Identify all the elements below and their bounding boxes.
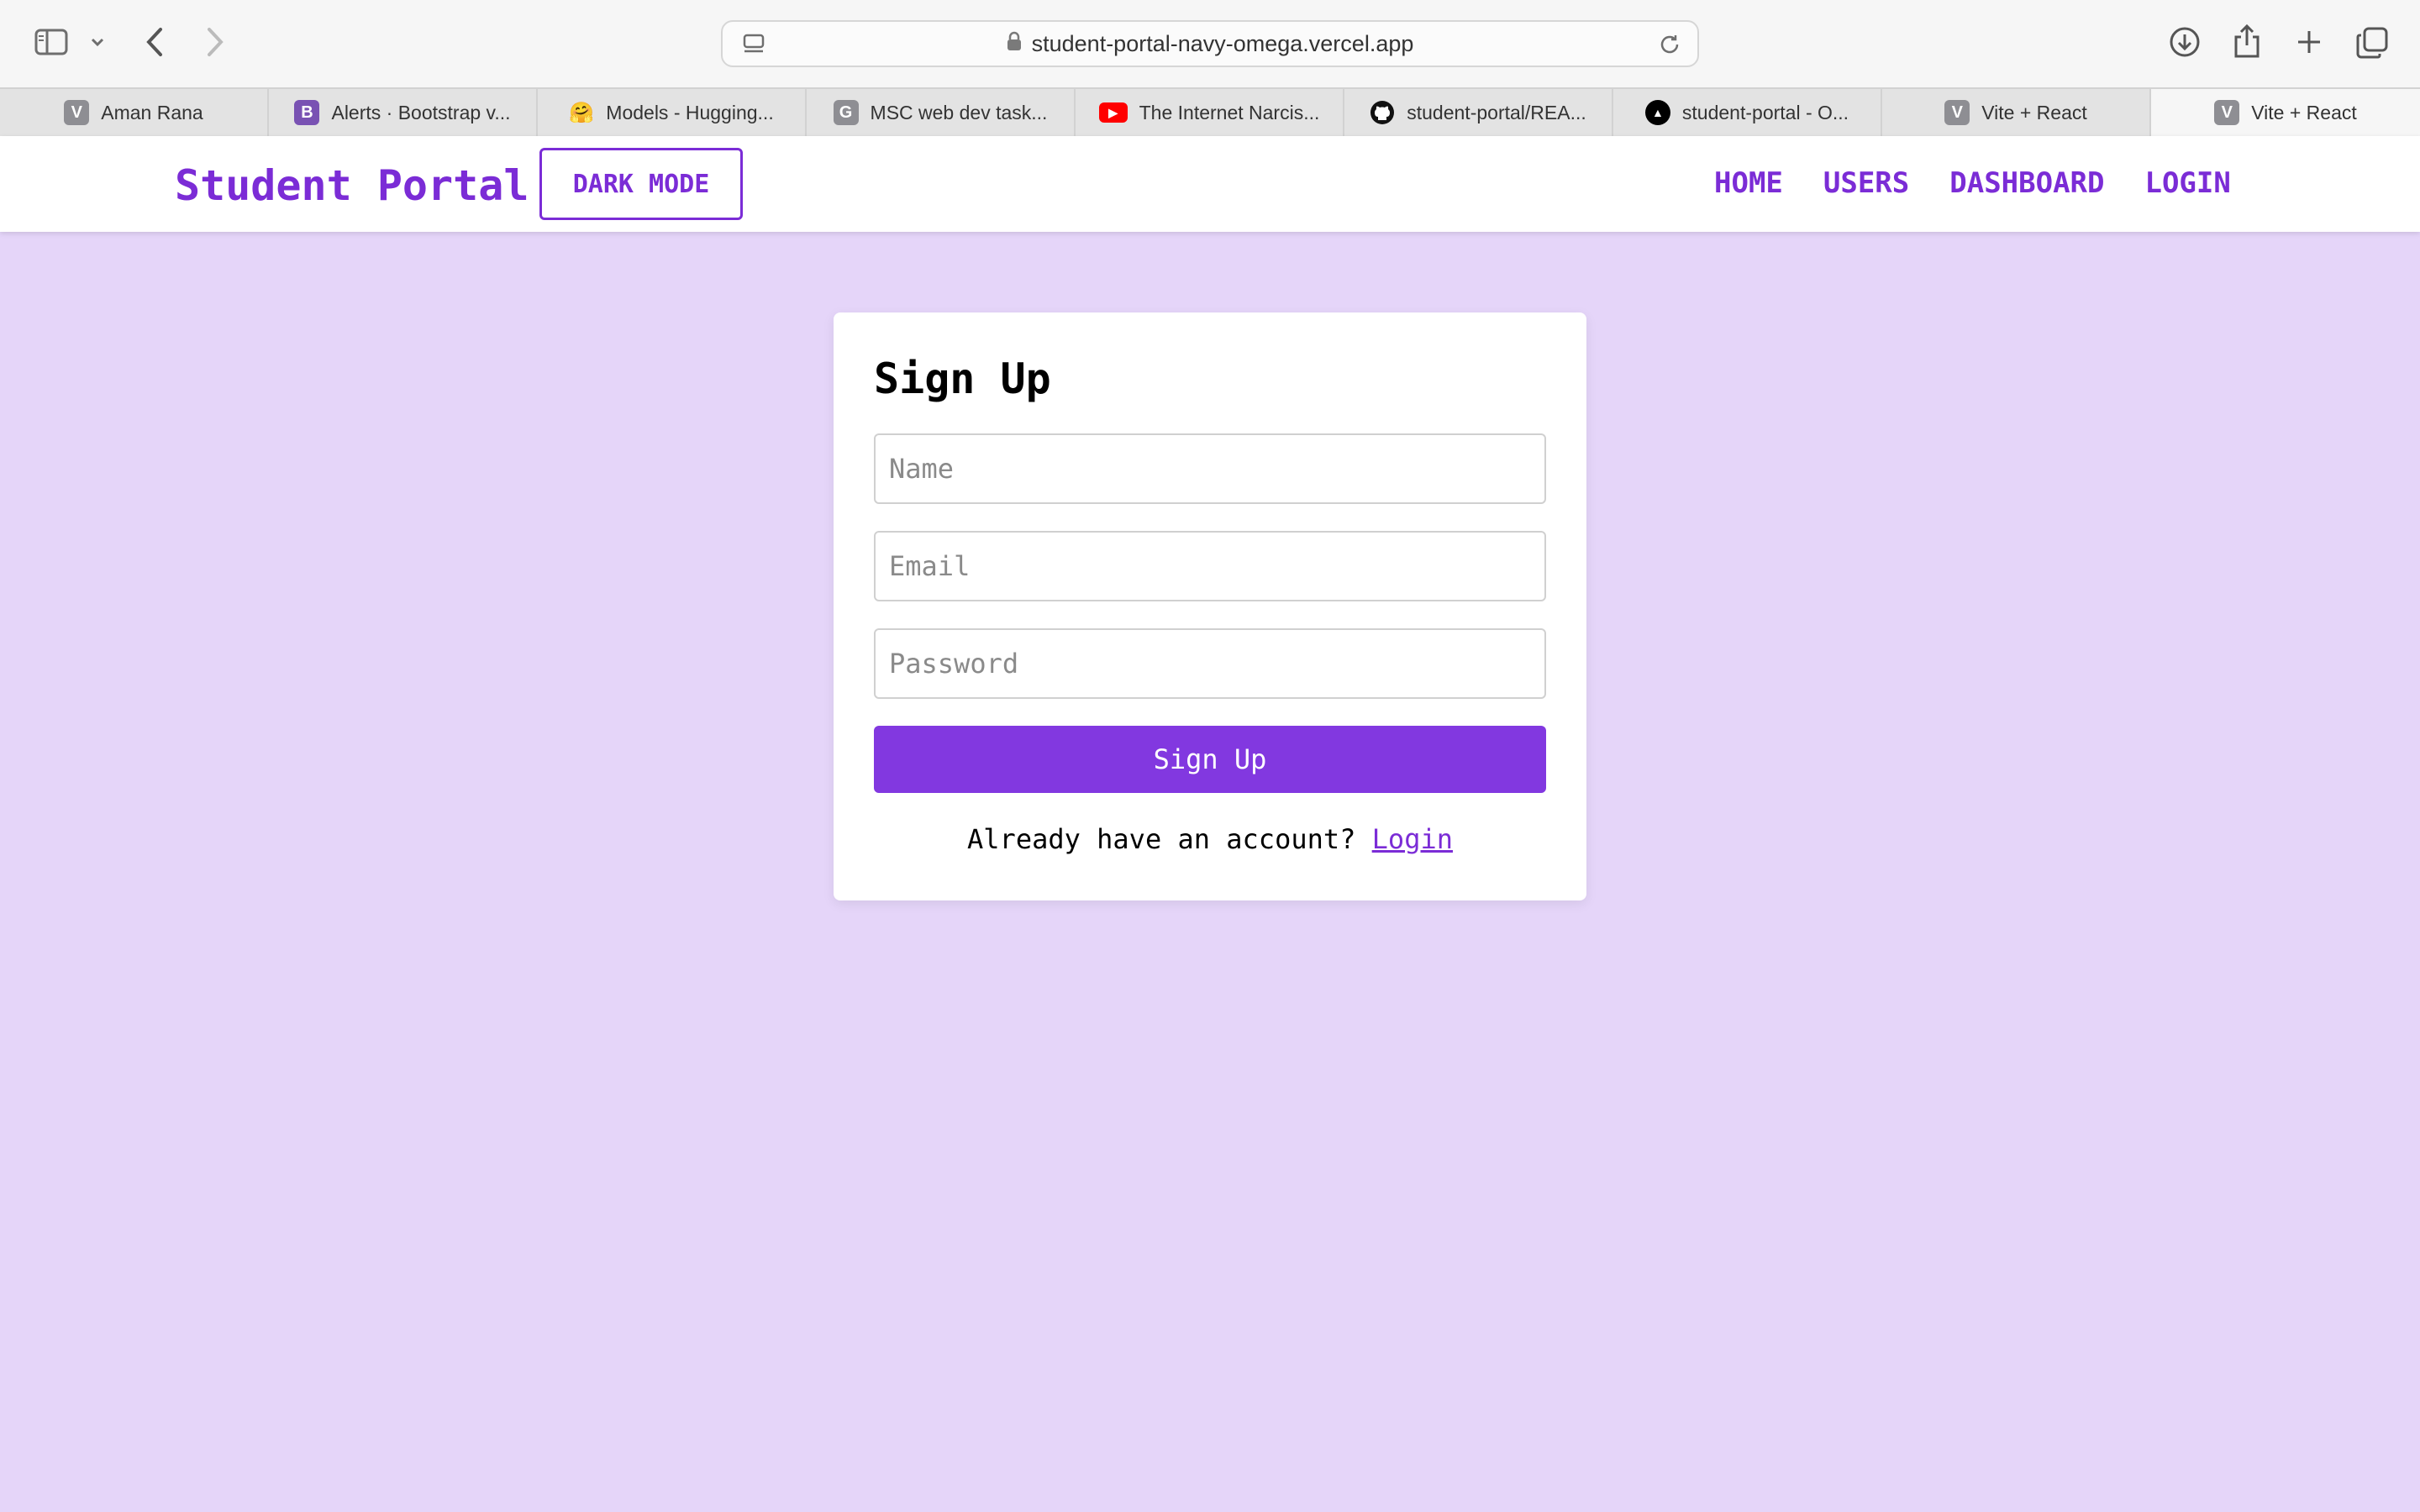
browser-tab-active[interactable]: V Vite + React (2151, 89, 2420, 136)
g-favicon-icon: G (833, 100, 859, 125)
tab-title: Aman Rana (101, 101, 203, 123)
tab-title: Vite + React (1981, 101, 2087, 123)
tab-title: Models - Hugging... (606, 101, 774, 123)
brand-logo[interactable]: Student Portal (175, 161, 529, 210)
vercel-favicon-icon: ▲ (1644, 100, 1670, 125)
browser-tab[interactable]: 🤗 Models - Hugging... (538, 89, 807, 136)
v-favicon-icon: V (1944, 100, 1970, 125)
tab-title: student-portal/REA... (1407, 101, 1586, 123)
email-input[interactable] (874, 531, 1546, 601)
tab-title: Vite + React (2251, 101, 2357, 123)
youtube-favicon-icon: ▶ (1098, 102, 1128, 123)
tab-strip: V Aman Rana B Alerts · Bootstrap v... 🤗 … (0, 87, 2420, 136)
hugging-face-favicon-icon: 🤗 (569, 101, 595, 124)
login-prompt: Already have an account? Login (834, 823, 1586, 855)
back-icon[interactable] (139, 24, 170, 60)
downloads-icon[interactable] (2168, 25, 2202, 59)
url-display[interactable]: student-portal-navy-omega.vercel.app (723, 22, 1697, 66)
address-bar[interactable]: student-portal-navy-omega.vercel.app (721, 20, 1699, 67)
browser-tab[interactable]: student-portal/REA... (1344, 89, 1613, 136)
share-icon[interactable] (2232, 22, 2262, 60)
lock-icon (1007, 31, 1022, 57)
tab-title: The Internet Narcis... (1139, 101, 1320, 123)
chevron-down-icon[interactable] (87, 30, 108, 54)
signup-button[interactable]: Sign Up (874, 726, 1546, 793)
v-favicon-icon: V (2214, 100, 2240, 125)
browser-toolbar: student-portal-navy-omega.vercel.app (0, 0, 2420, 87)
password-input[interactable] (874, 628, 1546, 699)
tab-title: student-portal - O... (1681, 101, 1849, 123)
signup-card: Sign Up Sign Up Already have an account?… (834, 312, 1586, 900)
browser-tab[interactable]: B Alerts · Bootstrap v... (269, 89, 538, 136)
bootstrap-favicon-icon: B (294, 100, 320, 125)
nav-link-users[interactable]: USERS (1823, 166, 1909, 200)
site-navbar: Student Portal DARK MODE HOME USERS DASH… (0, 136, 2420, 232)
signup-title: Sign Up (874, 354, 1051, 403)
nav-link-login[interactable]: LOGIN (2144, 166, 2230, 200)
dark-mode-button[interactable]: DARK MODE (539, 148, 743, 220)
new-tab-icon[interactable] (2292, 25, 2326, 59)
sidebar-toggle-icon[interactable] (32, 25, 71, 59)
name-input[interactable] (874, 433, 1546, 504)
github-icon (1370, 100, 1395, 125)
login-prompt-text: Already have an account? (967, 823, 1356, 855)
nav-links: HOME USERS DASHBOARD LOGIN (1714, 166, 2271, 200)
browser-tab[interactable]: V Vite + React (1882, 89, 2151, 136)
tab-title: MSC web dev task... (870, 101, 1048, 123)
forward-icon[interactable] (200, 24, 230, 60)
tab-title: Alerts · Bootstrap v... (331, 101, 511, 123)
nav-link-dashboard[interactable]: DASHBOARD (1949, 166, 2104, 200)
reload-icon[interactable] (1655, 30, 1684, 59)
browser-tab[interactable]: V Aman Rana (0, 89, 269, 136)
browser-tab[interactable]: ▲ student-portal - O... (1613, 89, 1882, 136)
url-text: student-portal-navy-omega.vercel.app (1031, 30, 1414, 56)
v-favicon-icon: V (64, 100, 90, 125)
login-link[interactable]: Login (1372, 823, 1453, 855)
browser-tab[interactable]: ▶ The Internet Narcis... (1076, 89, 1344, 136)
tab-overview-icon[interactable] (2354, 25, 2390, 60)
nav-link-home[interactable]: HOME (1714, 166, 1783, 200)
browser-tab[interactable]: G MSC web dev task... (807, 89, 1076, 136)
